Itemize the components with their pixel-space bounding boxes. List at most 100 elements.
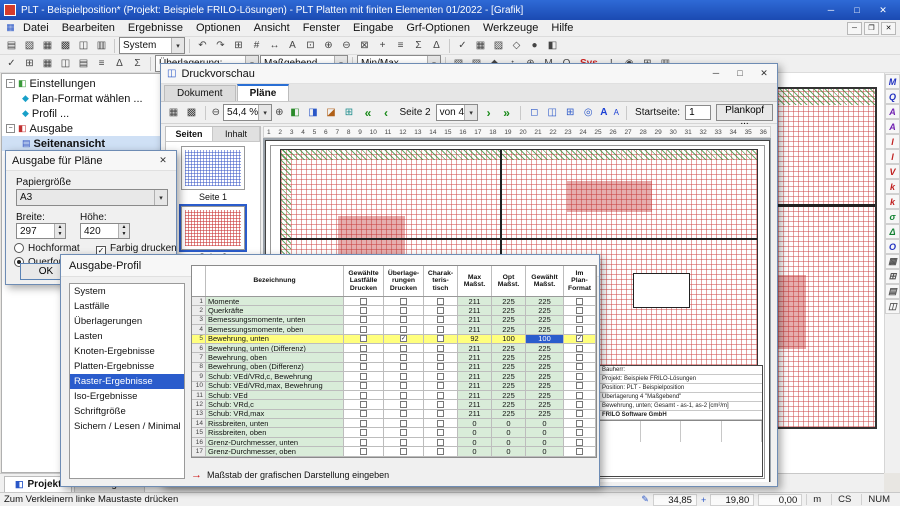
- stepper-arrows-icon[interactable]: ▲▼: [118, 224, 129, 238]
- delta-icon[interactable]: Δ: [428, 38, 445, 53]
- row-checkbox[interactable]: [384, 428, 424, 437]
- mdi-close-button[interactable]: ✕: [881, 22, 896, 35]
- text-icon[interactable]: A: [284, 38, 301, 53]
- plan-format-checkbox[interactable]: [564, 325, 596, 334]
- two-page-icon[interactable]: ◫: [544, 105, 561, 120]
- max-massstab-value[interactable]: 0: [458, 419, 492, 428]
- reinforcement-bottom-button[interactable]: A: [885, 104, 900, 119]
- paper-dialog-close-button[interactable]: ✕: [156, 155, 170, 166]
- page-count-combo[interactable]: von 4 ▾: [436, 104, 478, 121]
- zoom-window-icon[interactable]: ⊡: [302, 38, 319, 53]
- max-massstab-value[interactable]: 211: [458, 410, 492, 419]
- table-row[interactable]: 2Querkräfte211225225: [192, 306, 596, 315]
- row-checkbox[interactable]: [424, 316, 458, 325]
- page-grid-icon[interactable]: ⊞: [340, 105, 357, 120]
- dimension-icon[interactable]: ↔: [266, 38, 283, 53]
- shear-force-button[interactable]: V: [885, 164, 900, 179]
- table-row[interactable]: 1Momente211225225: [192, 297, 596, 306]
- row-checkbox[interactable]: [384, 382, 424, 391]
- point-icon[interactable]: ●: [526, 38, 543, 53]
- row-checkbox[interactable]: [424, 391, 458, 400]
- opt-massstab-value[interactable]: 225: [492, 316, 526, 325]
- row-checkbox[interactable]: [424, 353, 458, 362]
- k2-button[interactable]: k: [885, 194, 900, 209]
- table-row[interactable]: 9Schub: VEd/VRd,c, Bewehrung211225225: [192, 372, 596, 381]
- gewaehlt-massstab-value[interactable]: 225: [526, 410, 564, 419]
- pages-icon[interactable]: ◫: [57, 56, 74, 71]
- table-row[interactable]: 8Bewehrung, oben (Differenz)211225225: [192, 363, 596, 372]
- opt-massstab-value[interactable]: 0: [492, 428, 526, 437]
- row-checkbox[interactable]: [384, 306, 424, 315]
- maximize-button[interactable]: □: [844, 5, 870, 16]
- max-massstab-value[interactable]: 211: [458, 372, 492, 381]
- max-massstab-value[interactable]: 211: [458, 400, 492, 409]
- row-checkbox[interactable]: [424, 410, 458, 419]
- row-checkbox[interactable]: [424, 297, 458, 306]
- profile-section-raster-ergebnisse[interactable]: Raster-Ergebnisse: [70, 374, 184, 389]
- opt-massstab-value[interactable]: 0: [492, 419, 526, 428]
- row-checkbox[interactable]: [384, 400, 424, 409]
- zoom-in-icon[interactable]: ⊕: [320, 38, 337, 53]
- hochformat-radio[interactable]: Hochformat: [14, 243, 80, 254]
- expander-icon[interactable]: −: [6, 79, 15, 88]
- table-row[interactable]: 6Bewehrung, unten (Differenz)211225225: [192, 344, 596, 353]
- page-orange-icon[interactable]: ◪: [322, 105, 339, 120]
- opt-massstab-value[interactable]: 225: [492, 344, 526, 353]
- preview-minimize-button[interactable]: ─: [709, 68, 723, 79]
- grid2-icon[interactable]: ⊞: [21, 56, 38, 71]
- plate-icon[interactable]: ◧: [544, 38, 561, 53]
- mdi-minimize-button[interactable]: ─: [847, 22, 862, 35]
- row-checkbox[interactable]: [424, 363, 458, 372]
- opt-massstab-value[interactable]: 225: [492, 391, 526, 400]
- plan-format-checkbox[interactable]: ✓: [564, 335, 596, 344]
- max-massstab-value[interactable]: 211: [458, 353, 492, 362]
- row-checkbox[interactable]: [384, 325, 424, 334]
- row-checkbox[interactable]: [344, 363, 384, 372]
- system-combo[interactable]: System ▾: [119, 37, 185, 54]
- row-checkbox[interactable]: [384, 391, 424, 400]
- plan-format-checkbox[interactable]: [564, 372, 596, 381]
- max-massstab-value[interactable]: 211: [458, 316, 492, 325]
- profile-section-schriftgröße[interactable]: Schriftgröße: [70, 404, 184, 419]
- o-button[interactable]: O: [885, 239, 900, 254]
- plan-format-checkbox[interactable]: [564, 382, 596, 391]
- undo-icon[interactable]: ↶: [194, 38, 211, 53]
- profile-section-iso-ergebnisse[interactable]: Iso-Ergebnisse: [70, 389, 184, 404]
- max-massstab-value[interactable]: 211: [458, 306, 492, 315]
- row-checkbox[interactable]: [344, 410, 384, 419]
- grid-icon[interactable]: ⊞: [230, 38, 247, 53]
- plan-format-checkbox[interactable]: [564, 400, 596, 409]
- row-checkbox[interactable]: [424, 419, 458, 428]
- plan-format-checkbox[interactable]: [564, 391, 596, 400]
- print-icon[interactable]: ▩: [183, 105, 200, 120]
- moment-button[interactable]: M: [885, 74, 900, 89]
- row-checkbox[interactable]: [424, 428, 458, 437]
- plan-format-checkbox[interactable]: [564, 297, 596, 306]
- plankopf-button[interactable]: Plankopf ...: [716, 104, 773, 121]
- redo-icon[interactable]: ↷: [212, 38, 229, 53]
- gewaehlt-massstab-value[interactable]: 225: [526, 372, 564, 381]
- menu-hilfe[interactable]: Hilfe: [551, 22, 573, 34]
- max-massstab-value[interactable]: 211: [458, 363, 492, 372]
- gewaehlt-massstab-value[interactable]: 225: [526, 344, 564, 353]
- row-checkbox[interactable]: ✓: [384, 335, 424, 344]
- table-row[interactable]: 16Grenz-Durchmesser, unten000: [192, 438, 596, 447]
- shear-button[interactable]: Q: [885, 89, 900, 104]
- node-icon[interactable]: ◇: [508, 38, 525, 53]
- opt-massstab-value[interactable]: 225: [492, 382, 526, 391]
- row-checkbox[interactable]: [424, 344, 458, 353]
- new-document-icon[interactable]: ▤: [3, 38, 20, 53]
- page-blue-icon[interactable]: ◨: [304, 105, 321, 120]
- plan-format-checkbox[interactable]: [564, 306, 596, 315]
- plan-format-checkbox[interactable]: [564, 316, 596, 325]
- table-row[interactable]: 12Schub: VRd,c211225225: [192, 400, 596, 409]
- gewaehlt-massstab-value[interactable]: 225: [526, 325, 564, 334]
- check-icon[interactable]: ✓: [454, 38, 471, 53]
- plan-format-checkbox[interactable]: [564, 447, 596, 456]
- gewaehlt-massstab-value[interactable]: 0: [526, 428, 564, 437]
- save-icon[interactable]: ▦: [165, 105, 182, 120]
- plan-format-checkbox[interactable]: [564, 344, 596, 353]
- raster-icon[interactable]: #: [248, 38, 265, 53]
- delta2-icon[interactable]: Δ: [111, 56, 128, 71]
- startseite-input[interactable]: [685, 105, 711, 120]
